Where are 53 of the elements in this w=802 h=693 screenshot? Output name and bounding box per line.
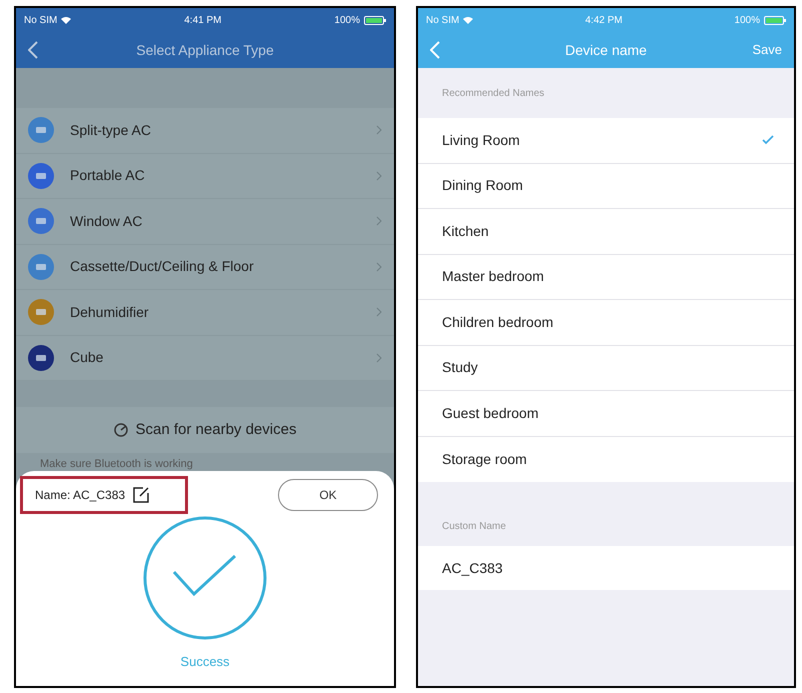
battery-icon [364, 16, 386, 24]
name-label: Storage room [442, 450, 527, 469]
section-header: Recommended Names [442, 86, 544, 100]
edit-icon[interactable] [133, 487, 150, 503]
name-label: Kitchen [442, 222, 489, 241]
appliance-label: Portable AC [70, 166, 146, 186]
name-label: Children bedroom [442, 312, 554, 332]
appliance-row[interactable]: Window AC [16, 199, 394, 244]
name-label: Master bedroom [442, 267, 544, 286]
name-option[interactable]: Study [418, 346, 794, 391]
name-label: Dining Room [442, 176, 523, 196]
section-header: Custom Name [442, 520, 506, 534]
screen-title: Device name [564, 40, 648, 60]
clock-text: 4:42 PM [585, 14, 622, 28]
chevron-right-icon [376, 216, 382, 226]
hint-text: Make sure Bluetooth is working [39, 457, 194, 471]
chevron-right-icon [376, 352, 382, 363]
radar-icon [114, 423, 128, 437]
appliance-label: Dehumidifier [70, 302, 150, 322]
appliance-label: Cube [70, 348, 104, 368]
name-label: Living Room [442, 130, 520, 150]
appliance-row[interactable]: Cassette/Duct/Ceiling & Floor [16, 244, 394, 290]
chevron-right-icon [376, 262, 382, 272]
clock-text: 4:41 PM [184, 14, 222, 28]
name-option[interactable]: Master bedroom [418, 254, 794, 300]
screen-title: Select Appliance Type [135, 40, 275, 60]
carrier-text: No SIM [24, 14, 58, 28]
appliance-label: Split-type AC [70, 120, 152, 140]
appliance-row[interactable]: Cube [16, 336, 394, 381]
battery-icon [764, 16, 786, 24]
custom-name-field[interactable]: AC_C383 [418, 546, 794, 590]
carrier-text: No SIM [426, 14, 460, 28]
battery-text: 100% [734, 14, 760, 28]
scan-button[interactable]: Scan for nearby devices [16, 407, 394, 453]
battery-text: 100% [334, 14, 360, 28]
back-icon[interactable] [28, 41, 38, 59]
name-option[interactable]: Dining Room [418, 164, 794, 209]
chevron-right-icon [376, 170, 382, 181]
name-label: Study [442, 358, 478, 378]
success-check-icon [143, 516, 267, 640]
appliance-row[interactable]: Portable AC [16, 154, 394, 199]
chevron-right-icon [376, 125, 382, 136]
chevron-right-icon [376, 307, 382, 318]
appliance-row[interactable]: Dehumidifier [16, 290, 394, 336]
success-text: Success [179, 653, 231, 671]
device-name-text: Name: AC_C383 [35, 487, 126, 504]
name-label: Guest bedroom [442, 404, 538, 423]
appliance-label: Window AC [70, 212, 144, 231]
wifi-icon [61, 16, 72, 24]
appliance-row[interactable]: Split-type AC [16, 108, 394, 154]
wifi-icon [463, 16, 474, 24]
appliance-label: Cassette/Duct/Ceiling & Floor [70, 257, 255, 276]
ok-button[interactable]: OK [278, 479, 378, 511]
